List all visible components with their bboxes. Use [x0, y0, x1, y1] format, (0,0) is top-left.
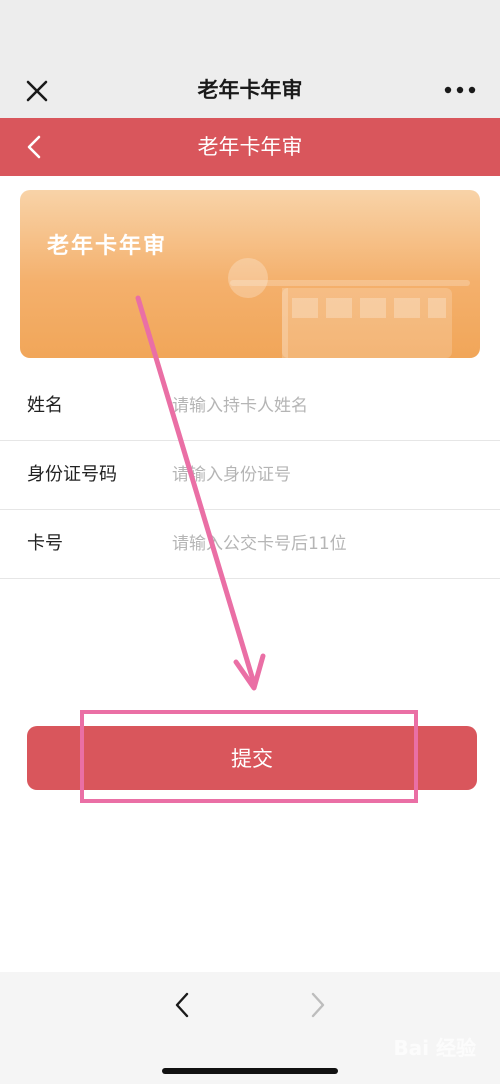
form-row-id-number: 身份证号码: [0, 441, 500, 510]
chevron-left-icon[interactable]: [168, 990, 198, 1020]
name-input[interactable]: [172, 386, 472, 426]
browser-bottom-bar: Bai 经验: [0, 972, 500, 1084]
banner-title: 老年卡年审: [47, 234, 168, 259]
banner-card: 老年卡年审: [20, 190, 480, 358]
id-number-input[interactable]: [172, 455, 472, 495]
more-dots-icon[interactable]: [440, 76, 480, 104]
submit-button[interactable]: 提交: [27, 726, 477, 790]
review-form: 姓名 身份证号码 卡号: [0, 372, 500, 579]
id-number-label: 身份证号码: [27, 464, 117, 485]
bus-illustration-icon: [228, 258, 470, 358]
wechat-header: 老年卡年审: [0, 62, 500, 118]
chevron-right-icon[interactable]: [302, 990, 332, 1020]
watermark-text: Bai 经验: [393, 1036, 476, 1060]
home-indicator: [162, 1068, 338, 1074]
name-label: 姓名: [27, 395, 63, 416]
card-number-input[interactable]: [172, 524, 472, 564]
form-row-name: 姓名: [0, 372, 500, 441]
status-bar-area: [0, 0, 500, 62]
app-title: 老年卡年审: [197, 135, 303, 159]
card-number-label: 卡号: [27, 533, 63, 554]
form-row-card-number: 卡号: [0, 510, 500, 579]
wechat-title: 老年卡年审: [197, 78, 303, 102]
app-bar: 老年卡年审: [0, 118, 500, 176]
